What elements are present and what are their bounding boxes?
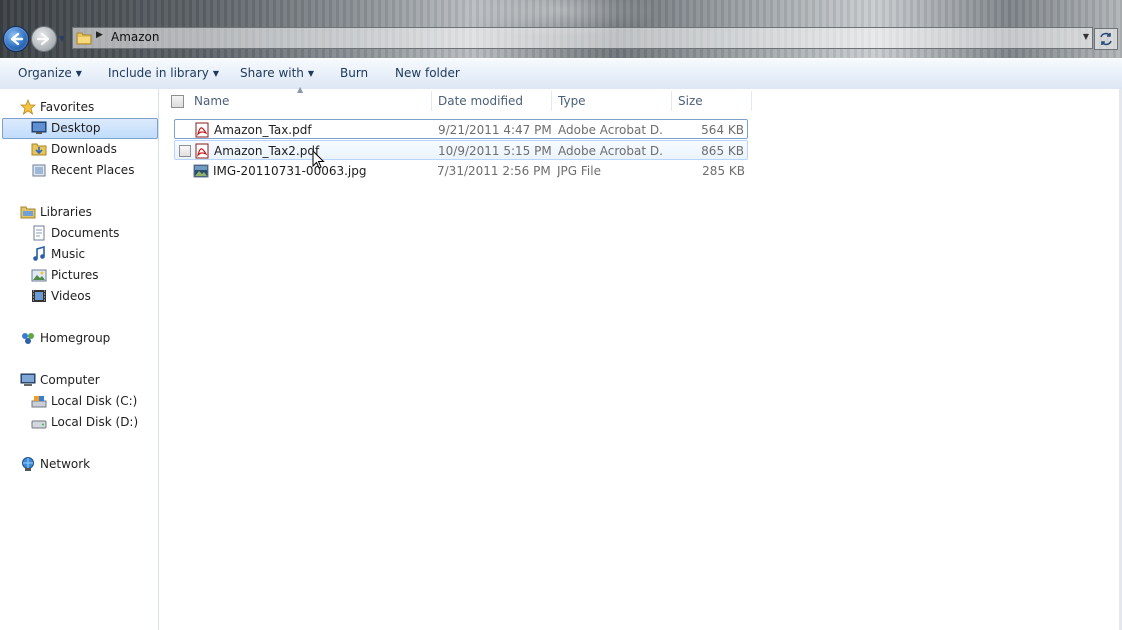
breadcrumb-separator[interactable]: ▶	[96, 30, 103, 40]
nav-label: Videos	[51, 289, 91, 303]
nav-label: Local Disk (D:)	[51, 415, 139, 429]
file-size: 285 KB	[702, 164, 745, 178]
nav-label: Music	[51, 247, 86, 261]
share-with-button[interactable]: Share with ▼	[240, 66, 314, 80]
system-drive-icon	[31, 396, 47, 408]
file-date-modified: 9/21/2011 4:47 PM	[438, 123, 552, 137]
file-row[interactable]: Amazon_Tax2.pdf 10/9/2011 5:15 PM Adobe …	[174, 140, 748, 160]
forward-button[interactable]	[31, 26, 57, 52]
organize-button[interactable]: Organize ▼	[18, 66, 82, 80]
command-toolbar: Organize ▼ Include in library ▼ Share with…	[0, 58, 1122, 90]
recent-places-icon	[32, 164, 46, 177]
column-divider[interactable]	[551, 91, 552, 111]
include-in-library-label: Include in library	[108, 66, 209, 80]
homegroup-icon	[22, 333, 34, 344]
row-checkbox[interactable]	[179, 145, 191, 157]
desktop-icon	[31, 121, 47, 134]
organize-label: Organize	[18, 66, 72, 80]
nav-label: Desktop	[51, 121, 101, 135]
share-with-label: Share with	[240, 66, 304, 80]
burn-label: Burn	[340, 66, 369, 80]
forward-arrow-icon	[36, 32, 50, 46]
file-list-pane: ▲ Name Date modified Type Size Amazon_Ta…	[159, 85, 1119, 630]
file-date-modified: 10/9/2011 5:15 PM	[438, 144, 552, 158]
network-icon	[22, 457, 34, 471]
breadcrumb-amazon[interactable]: Amazon	[111, 30, 160, 44]
new-folder-label: New folder	[395, 66, 460, 80]
refresh-button[interactable]	[1094, 28, 1118, 50]
column-divider[interactable]	[751, 91, 752, 111]
refresh-icon	[1100, 32, 1112, 46]
burn-button[interactable]: Burn	[340, 66, 368, 80]
pdf-icon	[195, 143, 209, 159]
file-row[interactable]: IMG-20110731-00063.jpg 7/31/2011 2:56 PM…	[174, 161, 748, 181]
back-button[interactable]	[3, 26, 29, 52]
file-type: Adobe Acrobat D...	[558, 123, 664, 137]
column-divider[interactable]	[671, 91, 672, 111]
libraries-icon	[20, 206, 36, 219]
folder-icon	[76, 32, 92, 45]
column-divider[interactable]	[431, 91, 432, 111]
image-icon	[193, 164, 209, 178]
new-folder-button[interactable]: New folder	[395, 66, 460, 80]
file-type: Adobe Acrobat D...	[558, 144, 664, 158]
chevron-down-icon: ▼	[212, 69, 220, 78]
file-name: IMG-20110731-00063.jpg	[213, 164, 367, 178]
address-bar[interactable]: ▶ Amazon ▼	[72, 27, 1093, 49]
star-icon	[20, 99, 36, 115]
nav-label: Network	[40, 457, 91, 471]
nav-label: Recent Places	[51, 163, 135, 177]
include-in-library-button[interactable]: Include in library ▼	[108, 66, 219, 80]
chevron-down-icon: ▼	[307, 69, 315, 78]
column-header-size[interactable]: Size	[678, 89, 748, 113]
file-size: 564 KB	[701, 123, 744, 137]
nav-label: Pictures	[51, 268, 99, 282]
file-name: Amazon_Tax2.pdf	[214, 144, 320, 158]
nav-label: Homegroup	[40, 331, 111, 345]
pdf-icon	[195, 122, 209, 138]
back-arrow-icon	[10, 32, 24, 46]
file-type: JPG File	[557, 164, 601, 178]
downloads-folder-icon	[31, 143, 47, 156]
recent-pages-dropdown[interactable]: ▼	[57, 34, 67, 44]
file-size: 865 KB	[701, 144, 744, 158]
nav-label: Documents	[51, 226, 120, 240]
videos-icon	[32, 290, 46, 302]
pictures-icon	[31, 269, 47, 282]
music-note-icon	[33, 246, 45, 261]
chevron-down-icon: ▼	[75, 69, 82, 78]
file-date-modified: 7/31/2011 2:56 PM	[437, 164, 551, 178]
computer-icon	[20, 373, 36, 386]
documents-icon	[33, 225, 45, 241]
navigation-pane: Favorites Desktop Downloads Recent Place…	[0, 89, 159, 630]
file-name: Amazon_Tax.pdf	[214, 123, 312, 137]
nav-label: Computer	[40, 373, 100, 387]
column-header-name[interactable]: Name	[194, 89, 429, 113]
column-header-date-modified[interactable]: Date modified	[438, 89, 548, 113]
address-dropdown[interactable]: ▼	[1083, 32, 1089, 41]
nav-label: Local Disk (C:)	[51, 394, 138, 408]
mouse-cursor-icon	[312, 150, 325, 169]
file-row[interactable]: Amazon_Tax.pdf 9/21/2011 4:47 PM Adobe A…	[174, 119, 748, 139]
hard-drive-icon	[31, 420, 47, 429]
nav-label: Favorites	[40, 100, 95, 114]
nav-label: Downloads	[51, 142, 117, 156]
select-all-checkbox[interactable]	[171, 95, 184, 108]
column-header-type[interactable]: Type	[558, 89, 668, 113]
nav-label: Libraries	[40, 205, 92, 219]
